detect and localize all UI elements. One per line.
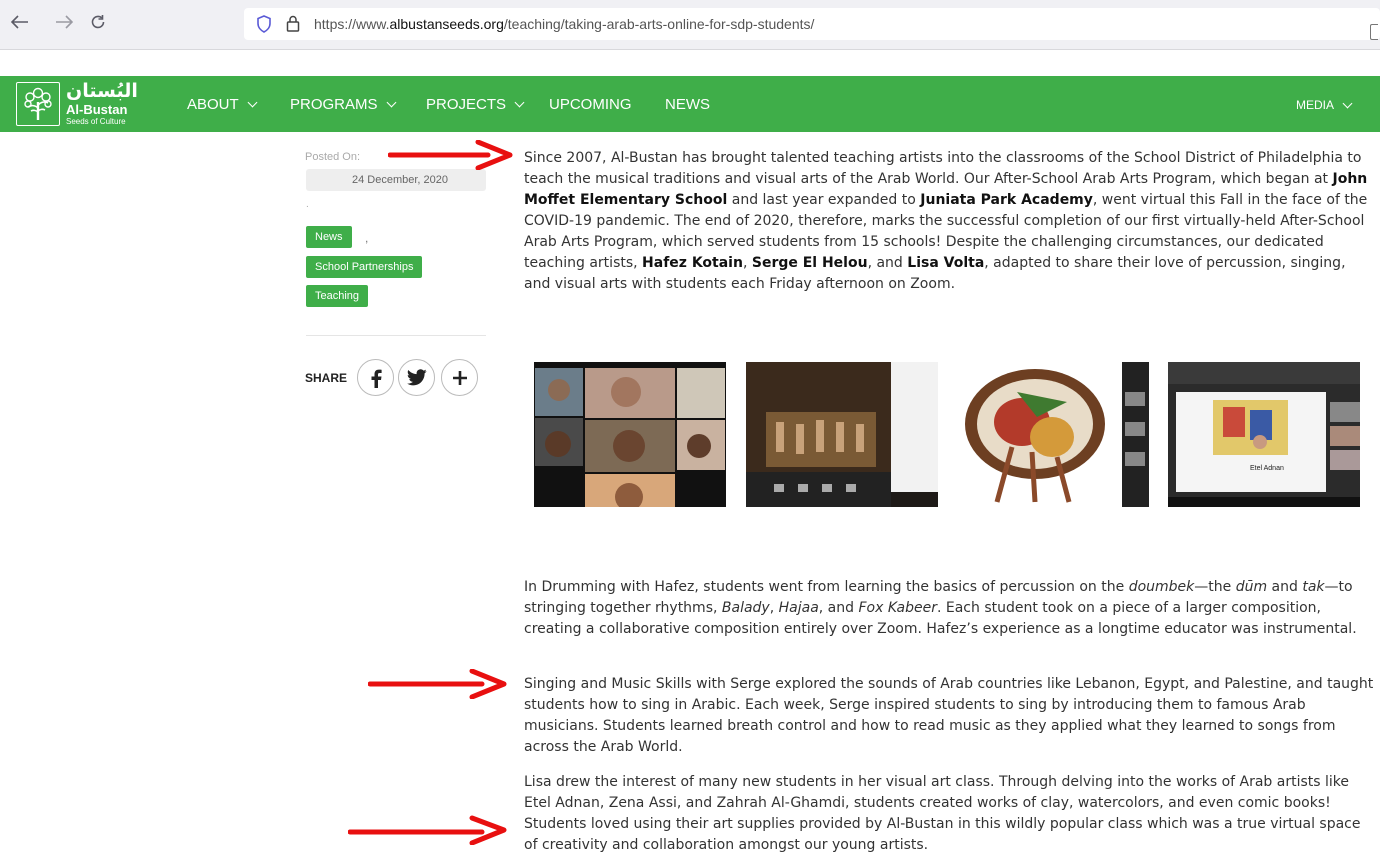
gallery-image-zoom-slide[interactable]: Etel Adnan xyxy=(1168,362,1360,507)
share-facebook-button[interactable] xyxy=(357,359,394,396)
red-annotation-arrow-icon xyxy=(368,669,507,699)
article-paragraph-drumming: In Drumming with Hafez, students went fr… xyxy=(524,577,1376,640)
nav-programs-label: PROGRAMS xyxy=(290,96,378,113)
drumming-text: In Drumming with Hafez, students went fr… xyxy=(524,579,1129,595)
browser-toolbar: https://www.albustanseeds.org/teaching/t… xyxy=(0,0,1380,50)
address-bar[interactable]: https://www.albustanseeds.org/teaching/t… xyxy=(244,8,1380,40)
nav-upcoming[interactable]: UPCOMING xyxy=(549,96,632,113)
school-name: Juniata Park Academy xyxy=(920,192,1093,208)
lock-icon[interactable] xyxy=(286,15,300,37)
chevron-down-icon xyxy=(247,97,258,108)
post-date: 24 December, 2020 xyxy=(306,169,486,191)
artist-name: Hafez Kotain xyxy=(642,255,743,271)
plus-icon xyxy=(452,370,467,385)
drumming-text: and xyxy=(1267,579,1303,595)
drumming-text: —the xyxy=(1194,579,1236,595)
logo-tagline: Seeds of Culture xyxy=(66,117,126,126)
drumming-term: dūm xyxy=(1235,579,1268,595)
share-label: SHARE xyxy=(305,371,348,385)
facebook-icon xyxy=(371,369,382,388)
tree-logo-icon xyxy=(16,82,60,126)
article-paragraph-intro: Since 2007, Al-Bustan has brought talent… xyxy=(524,148,1376,295)
logo-name: Al-Bustan xyxy=(66,102,128,117)
gallery-image-performance[interactable] xyxy=(746,362,938,507)
nav-media-label: MEDIA xyxy=(1296,98,1335,112)
drumming-term: Fox Kabeer xyxy=(858,600,937,616)
reader-view-icon[interactable] xyxy=(1370,24,1378,40)
artist-name: Serge El Helou xyxy=(751,255,868,271)
drumming-term: Balady xyxy=(721,600,770,616)
url-prefix: https://www. xyxy=(314,16,390,32)
share-more-button[interactable] xyxy=(441,359,478,396)
share-twitter-button[interactable] xyxy=(398,359,435,396)
chevron-down-icon xyxy=(386,97,396,108)
drumming-term: doumbek xyxy=(1128,579,1195,595)
top-strip xyxy=(0,50,1380,76)
sidebar-divider xyxy=(306,335,486,336)
nav-about[interactable]: ABOUT xyxy=(187,96,258,113)
intro-text: , and xyxy=(867,255,908,271)
nav-programs[interactable]: PROGRAMS xyxy=(290,96,396,113)
intro-text: Since 2007, Al-Bustan has brought talent… xyxy=(524,150,1362,187)
url-domain: albustanseeds.org xyxy=(389,16,504,32)
back-arrow-icon[interactable] xyxy=(8,10,32,34)
meta-dot: . xyxy=(306,199,309,210)
nav-projects-label: PROJECTS xyxy=(426,96,507,113)
drumming-text: , xyxy=(769,600,779,616)
gallery-caption: Etel Adnan xyxy=(1250,465,1284,472)
nav-media[interactable]: MEDIA xyxy=(1296,98,1353,112)
forward-arrow-icon[interactable] xyxy=(52,10,76,34)
url-path: /teaching/taking-arab-arts-online-for-sd… xyxy=(503,16,815,32)
logo-arabic-text: البُستان xyxy=(66,81,138,102)
chevron-down-icon xyxy=(514,97,525,108)
tag-teaching[interactable]: Teaching xyxy=(306,285,369,307)
gallery-image-zoom-grid[interactable] xyxy=(534,362,726,507)
url-text[interactable]: https://www.albustanseeds.org/teaching/t… xyxy=(314,16,814,32)
drumming-text: , and xyxy=(818,600,859,616)
gallery-image-collage-art[interactable] xyxy=(957,362,1149,507)
posted-on-label: Posted On: xyxy=(305,151,361,163)
nav-about-label: ABOUT xyxy=(187,96,239,113)
red-annotation-arrow-icon xyxy=(348,815,507,845)
twitter-icon xyxy=(406,369,427,386)
article-paragraph-visual-art: Lisa drew the interest of many new stude… xyxy=(524,774,1361,853)
article-paragraph-singing: Singing and Music Skills with Serge expl… xyxy=(524,676,1374,755)
intro-text: , xyxy=(742,255,752,271)
nav-upcoming-label: UPCOMING xyxy=(549,96,632,113)
drumming-term: tak xyxy=(1302,579,1325,595)
shield-icon[interactable] xyxy=(256,15,272,38)
nav-news[interactable]: NEWS xyxy=(665,96,710,113)
chevron-down-icon xyxy=(1342,98,1353,108)
tag-news[interactable]: News xyxy=(306,226,352,248)
tag-school-partnerships[interactable]: School Partnerships xyxy=(306,256,423,278)
red-annotation-arrow-icon xyxy=(388,140,513,170)
reload-icon[interactable] xyxy=(86,10,110,34)
site-header: البُستان Al-Bustan Seeds of Culture ABOU… xyxy=(0,76,1380,132)
drumming-term: Hajaa xyxy=(778,600,819,616)
tag-separator: , xyxy=(365,231,369,245)
artist-name: Lisa Volta xyxy=(907,255,985,271)
nav-projects[interactable]: PROJECTS xyxy=(426,96,525,113)
site-logo[interactable]: البُستان Al-Bustan Seeds of Culture xyxy=(16,81,142,127)
intro-text: and last year expanded to xyxy=(727,192,921,208)
nav-news-label: NEWS xyxy=(665,96,710,113)
